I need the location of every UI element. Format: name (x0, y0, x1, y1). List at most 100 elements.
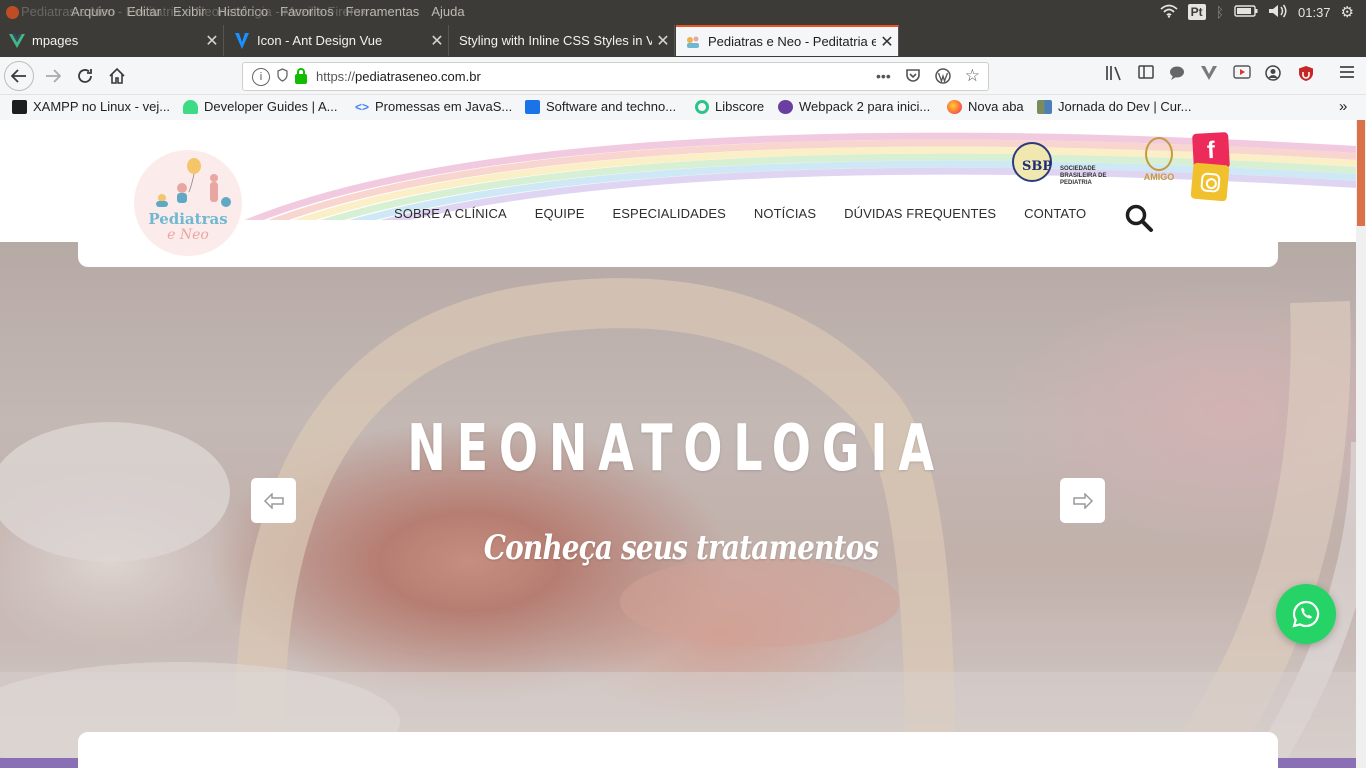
settings-gear-icon[interactable]: ⚙ (1341, 3, 1354, 21)
bookmark-libscore[interactable]: Libscore (695, 99, 764, 114)
close-tab-icon[interactable]: ✕ (426, 31, 448, 51)
code-icon: <> (355, 99, 370, 114)
whatsapp-icon (1292, 600, 1320, 628)
extension-vue-devtools-icon[interactable] (1200, 65, 1218, 85)
tab-mpages[interactable]: mpages ✕ (0, 25, 224, 56)
header-card (78, 220, 1278, 267)
sidebar-icon[interactable] (1138, 65, 1154, 83)
bookmark-software-techno[interactable]: Software and techno... (525, 99, 676, 114)
account-icon[interactable] (1265, 65, 1281, 85)
children-balloon-icon (156, 158, 231, 207)
home-icon[interactable] (102, 61, 132, 91)
mother-child-icon (1145, 137, 1173, 171)
back-arrow-icon[interactable] (4, 61, 34, 91)
wordpress-icon[interactable] (935, 68, 951, 88)
nav-sobre-a-clinica[interactable]: SOBRE A CLÍNICA (394, 206, 507, 221)
bookmark-favicon-icon (1037, 99, 1052, 114)
page-scrollbar[interactable] (1356, 120, 1366, 768)
extension-chat-icon[interactable] (1168, 65, 1186, 85)
instagram-button[interactable] (1190, 162, 1230, 202)
bookmark-webpack[interactable]: Webpack 2 para inici... (778, 99, 930, 114)
amigo-badge-logo[interactable]: AMIGO (1142, 135, 1176, 189)
bookmark-developer-guides[interactable]: Developer Guides | A... (183, 99, 337, 114)
main-navigation: SOBRE A CLÍNICA EQUIPE ESPECIALIDADES NO… (394, 206, 1114, 221)
bookmark-promessas[interactable]: <> Promessas em JavaS... (355, 99, 512, 114)
hero-slider (0, 242, 1366, 758)
logo-name: Pediatras (148, 210, 228, 228)
menu-ajuda[interactable]: Ajuda (431, 4, 464, 19)
page-actions-ellipsis-icon[interactable]: ••• (876, 68, 891, 88)
hero-overlay (0, 242, 1366, 758)
extension-video-icon[interactable] (1233, 65, 1251, 83)
close-tab-icon[interactable]: ✕ (652, 31, 674, 51)
nav-duvidas-frequentes[interactable]: DÚVIDAS FREQUENTES (844, 206, 996, 221)
url-bar[interactable]: i https://pediatraseneo.com.br ••• ☆ (242, 62, 989, 91)
window-title: Pediatras e Neo - Peditatria e Neonatolo… (21, 4, 368, 19)
tab-label: mpages (32, 33, 79, 48)
tab-label: Icon - Ant Design Vue (257, 33, 383, 48)
ublock-shield-icon[interactable] (1298, 65, 1314, 86)
libscore-icon (695, 99, 709, 114)
bookmark-jornada-dev[interactable]: Jornada do Dev | Cur... (1037, 99, 1191, 114)
sbp-logo[interactable]: SBP SOCIEDADE BRASILEIRA DE PEDIATRIA (1010, 142, 1130, 186)
more-bookmarks-chevron-icon[interactable]: » (1339, 98, 1347, 115)
bookmark-label: Jornada do Dev | Cur... (1058, 99, 1192, 114)
clock[interactable]: 01:37 (1298, 5, 1331, 20)
wifi-icon[interactable] (1160, 4, 1178, 21)
system-tray: Pt ᛒ 01:37 ⚙ (1160, 3, 1354, 21)
bookmark-nova-aba[interactable]: Nova aba (947, 99, 1024, 114)
tab-inline-css[interactable]: Styling with Inline CSS Styles in V ✕ (450, 25, 675, 56)
search-icon[interactable] (1124, 203, 1154, 233)
bluetooth-icon[interactable]: ᛒ (1216, 4, 1224, 20)
keyboard-layout-indicator[interactable]: Pt (1187, 4, 1206, 20)
nav-noticias[interactable]: NOTÍCIAS (754, 206, 816, 221)
vue-icon (9, 33, 25, 49)
close-tab-icon[interactable]: ✕ (876, 32, 898, 52)
reload-icon[interactable] (70, 61, 100, 91)
instagram-icon (1199, 171, 1221, 193)
amigo-label: AMIGO (1143, 172, 1175, 182)
slide-title: NEONATOLOGIA (407, 412, 945, 486)
scrollbar-thumb[interactable] (1357, 120, 1365, 226)
bookmark-label: Libscore (715, 99, 765, 114)
bookmark-xampp[interactable]: XAMPP no Linux - vej... (12, 99, 170, 114)
whatsapp-button[interactable] (1276, 584, 1336, 644)
tab-bar: mpages ✕ Icon - Ant Design Vue ✕ Styling… (0, 25, 1366, 76)
sbp-letters: SBP (1022, 159, 1053, 174)
forward-arrow-icon[interactable] (38, 61, 68, 91)
bookmark-favicon-icon (12, 99, 27, 114)
battery-icon[interactable] (1234, 4, 1258, 20)
slider-prev-button[interactable] (251, 478, 296, 523)
navigation-toolbar: i https://pediatraseneo.com.br ••• ☆ (0, 57, 1366, 95)
webpack-icon (778, 99, 793, 114)
pocket-icon[interactable] (905, 68, 921, 88)
firefox-icon (947, 99, 962, 114)
site-info-icon[interactable]: i (252, 67, 270, 86)
tab-pediatras-active[interactable]: Pediatras e Neo - Peditatria e ✕ (676, 25, 899, 56)
hamburger-menu-icon[interactable] (1339, 65, 1355, 83)
pediatras-favicon (685, 34, 701, 50)
bookmark-label: Webpack 2 para inici... (799, 99, 931, 114)
bookmark-label: XAMPP no Linux - vej... (33, 99, 171, 114)
nav-especialidades[interactable]: ESPECIALIDADES (613, 206, 726, 221)
site-logo[interactable]: Pediatras e Neo (134, 150, 242, 256)
bookmarks-bar: XAMPP no Linux - vej... Developer Guides… (0, 95, 1366, 120)
volume-icon[interactable] (1268, 4, 1288, 21)
close-tab-icon[interactable]: ✕ (201, 31, 223, 51)
tracking-shield-icon[interactable] (277, 68, 288, 85)
android-icon (183, 99, 198, 114)
sbp-text: SOCIEDADE BRASILEIRA DE PEDIATRIA (1060, 166, 1107, 186)
system-top-bar: Pediatras e Neo - Peditatria e Neonatolo… (0, 0, 1366, 25)
library-icon[interactable] (1105, 65, 1123, 85)
secure-lock-icon[interactable] (295, 67, 307, 84)
tab-ant-design[interactable]: Icon - Ant Design Vue ✕ (225, 25, 449, 56)
nav-equipe[interactable]: EQUIPE (535, 206, 585, 221)
url-text[interactable]: https://pediatraseneo.com.br (316, 69, 481, 84)
bookmark-label: Nova aba (968, 99, 1024, 114)
share-icon (525, 99, 540, 114)
nav-contato[interactable]: CONTATO (1024, 206, 1086, 221)
bookmark-star-icon[interactable]: ☆ (965, 66, 980, 86)
slider-next-button[interactable] (1060, 478, 1105, 523)
bookmark-label: Software and techno... (546, 99, 677, 114)
app-menu: Pediatras e Neo - Peditatria e Neonatolo… (7, 4, 465, 19)
